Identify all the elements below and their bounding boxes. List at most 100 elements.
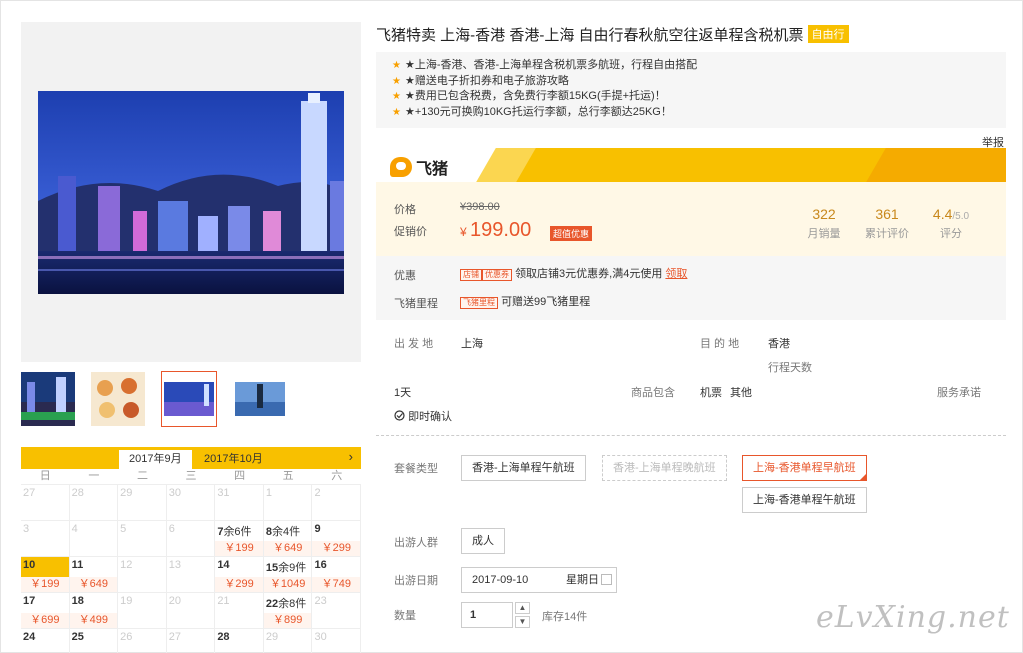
adult-option[interactable]: 成人 <box>461 528 505 554</box>
calendar-day[interactable]: 22余8件 ￥899 <box>263 593 313 629</box>
travel-date-picker[interactable]: 2017-09-10 星期日 <box>461 567 617 593</box>
calendar-day: 23 <box>312 593 362 629</box>
package-option-selected[interactable]: 上海-香港单程早航班 <box>742 455 867 481</box>
star-icon: ★ <box>392 60 401 71</box>
calendar-day[interactable]: 7余6件 ￥199 <box>215 521 264 557</box>
star-icon: ★ <box>392 91 401 102</box>
price-calendar: 2017年9月 2017年10月 › 日 一 二 三 四 五 六 27 28 29 3… <box>21 447 362 653</box>
calendar-day: 5 <box>118 521 167 557</box>
shop-tag: 店铺 <box>460 269 482 281</box>
current-price: ¥ 199.00 <box>460 219 531 242</box>
product-title-text: 飞猪特卖 上海-香港 香港-上海 自由行春秋航空往返单程含税机票 <box>376 27 804 44</box>
day-number: 28 <box>217 631 230 643</box>
self-guided-tag: 自由行 <box>807 25 849 43</box>
current-price-value: 199.00 <box>470 219 532 241</box>
next-month-icon[interactable]: › <box>349 449 353 464</box>
destination-value: 香港 <box>768 338 790 350</box>
package-option-disabled[interactable]: 香港-上海单程晚航班 <box>602 455 727 481</box>
travel-date-label: 出游日期 <box>394 575 438 587</box>
star-icon: ★ <box>392 75 401 87</box>
stat-label: 月销量 <box>807 228 841 240</box>
calendar-day: 29 <box>118 485 167 521</box>
calendar-day: 27 <box>167 629 216 653</box>
calendar-icon[interactable] <box>601 574 612 585</box>
weekday-label: 五 <box>282 470 294 482</box>
day-number: 16 <box>314 559 327 571</box>
thumbnail-2[interactable] <box>91 372 145 426</box>
calendar-tab-oct[interactable]: 2017年10月 <box>194 450 273 469</box>
calendar-day: 4 <box>69 521 119 557</box>
weekday-label: 二 <box>136 470 148 482</box>
package-option[interactable]: 香港-上海单程午航班 <box>461 455 586 481</box>
quantity-label: 数量 <box>394 610 416 622</box>
fliggy-logo: 飞猪 <box>390 155 448 179</box>
calendar-day[interactable]: 8余4件 ￥649 <box>263 521 313 557</box>
day-number: 12 <box>120 559 133 571</box>
day-price: ￥699 <box>21 613 69 628</box>
day-number: 17 <box>23 595 36 607</box>
calendar-day-selected[interactable]: 10 ￥199 <box>21 557 70 593</box>
calendar-tab-sep[interactable]: 2017年9月 <box>119 450 192 469</box>
promotion-panel: 优惠 店铺 优惠券 领取店铺3元优惠券,满4元使用 领取 飞猪里程 飞猪里程 可赠… <box>376 256 1006 320</box>
calendar-day: 13 <box>166 557 216 593</box>
package-option[interactable]: 上海-香港单程午航班 <box>742 487 867 513</box>
day-price: ￥649 <box>263 541 312 556</box>
thumbnail-4[interactable] <box>233 372 287 426</box>
includes-item: 其他 <box>730 387 752 399</box>
day-number: 11 <box>71 559 84 571</box>
highlight-item: ★ ★费用已包含税费，含免费行李额15KG(手提+托运)！ <box>392 89 1006 105</box>
thumbnail-1[interactable] <box>21 372 75 426</box>
day-number: 1 <box>265 487 273 499</box>
travelers-label: 出游人群 <box>394 537 438 549</box>
calendar-day[interactable]: 14 ￥299 <box>215 557 264 593</box>
highlight-text: ★赠送电子折扣券和电子旅游攻略 <box>404 74 569 87</box>
trip-days-value: 1天 <box>394 387 412 399</box>
calendar-day[interactable]: 11 ￥649 <box>69 557 119 593</box>
day-number: 10 <box>23 559 36 571</box>
day-price: ￥299 <box>312 541 361 556</box>
thumbnail-3[interactable] <box>161 371 217 427</box>
calendar-day[interactable]: 9 ￥299 <box>312 521 362 557</box>
highlight-item: ★ ★+130元可换购10KG托运行李额，总行李额达25KG！ <box>392 105 1006 121</box>
weekday-label: 四 <box>234 470 246 482</box>
calendar-day[interactable]: 15余9件 ￥1049 <box>263 557 313 593</box>
calendar-day: 30 <box>312 629 362 653</box>
calendar-day: 28 <box>69 485 119 521</box>
miles-text: 可赠送99飞猪里程 <box>501 296 591 308</box>
day-price: ￥199 <box>21 577 69 592</box>
travel-date-value: 2017-09-10 <box>472 574 529 586</box>
day-number: 18 <box>71 595 84 607</box>
highlight-text: ★费用已包含税费，含免费行李额15KG(手提+托运)！ <box>404 90 666 102</box>
miles-label: 飞猪里程 <box>394 298 438 310</box>
promo-price-label: 促销价 <box>394 226 427 238</box>
calendar-weekdays: 日 一 二 三 四 五 六 <box>21 469 361 485</box>
hong-kong-skyline-image[interactable] <box>38 91 344 294</box>
reviews-stat[interactable]: 361 累计评价 <box>857 206 917 241</box>
day-number: 5 <box>120 523 127 535</box>
highlight-item: ★ ★赠送电子折扣券和电子旅游攻略 <box>392 74 1006 90</box>
deal-badge: 超值优惠 <box>550 226 593 241</box>
calendar-grid: 27 28 29 30 31 1 2 3 4 5 6 7余6件 ￥199 8余4件 ￥649 9 ￥299 10 ￥… <box>21 485 362 653</box>
calendar-day: 19 <box>118 593 167 629</box>
banner-stripe <box>866 148 1006 182</box>
claim-coupon-link[interactable]: 领取 <box>665 268 687 280</box>
calendar-day: 12 <box>118 557 167 593</box>
calendar-day: 26 <box>118 629 167 653</box>
price-label: 价格 <box>394 204 416 216</box>
quantity-input[interactable]: 1 <box>461 602 513 628</box>
calendar-day[interactable]: 16 ￥749 <box>312 557 362 593</box>
coupon-tag: 优惠券 <box>482 269 512 281</box>
stat-value: 361 <box>875 206 899 222</box>
calendar-day: 25 <box>70 629 119 653</box>
quantity-increase-button[interactable]: ▲ <box>515 602 530 614</box>
quantity-decrease-button[interactable]: ▼ <box>515 616 530 628</box>
calendar-day[interactable]: 18 ￥499 <box>69 593 119 629</box>
day-number: 15 <box>265 562 279 574</box>
trip-days-label: 行程天数 <box>768 362 812 374</box>
remaining-stock: 余9件 <box>278 562 307 574</box>
calendar-day: 21 <box>215 593 264 629</box>
calendar-day[interactable]: 17 ￥699 <box>21 593 70 629</box>
day-number: 2 <box>314 487 321 499</box>
calendar-week-row: 3 4 5 6 7余6件 ￥199 8余4件 ￥649 9 ￥299 <box>21 521 362 557</box>
price-panel: 价格 ¥398.00 促销价 ¥ 199.00 超值优惠 322 月销量 361… <box>376 182 1006 256</box>
